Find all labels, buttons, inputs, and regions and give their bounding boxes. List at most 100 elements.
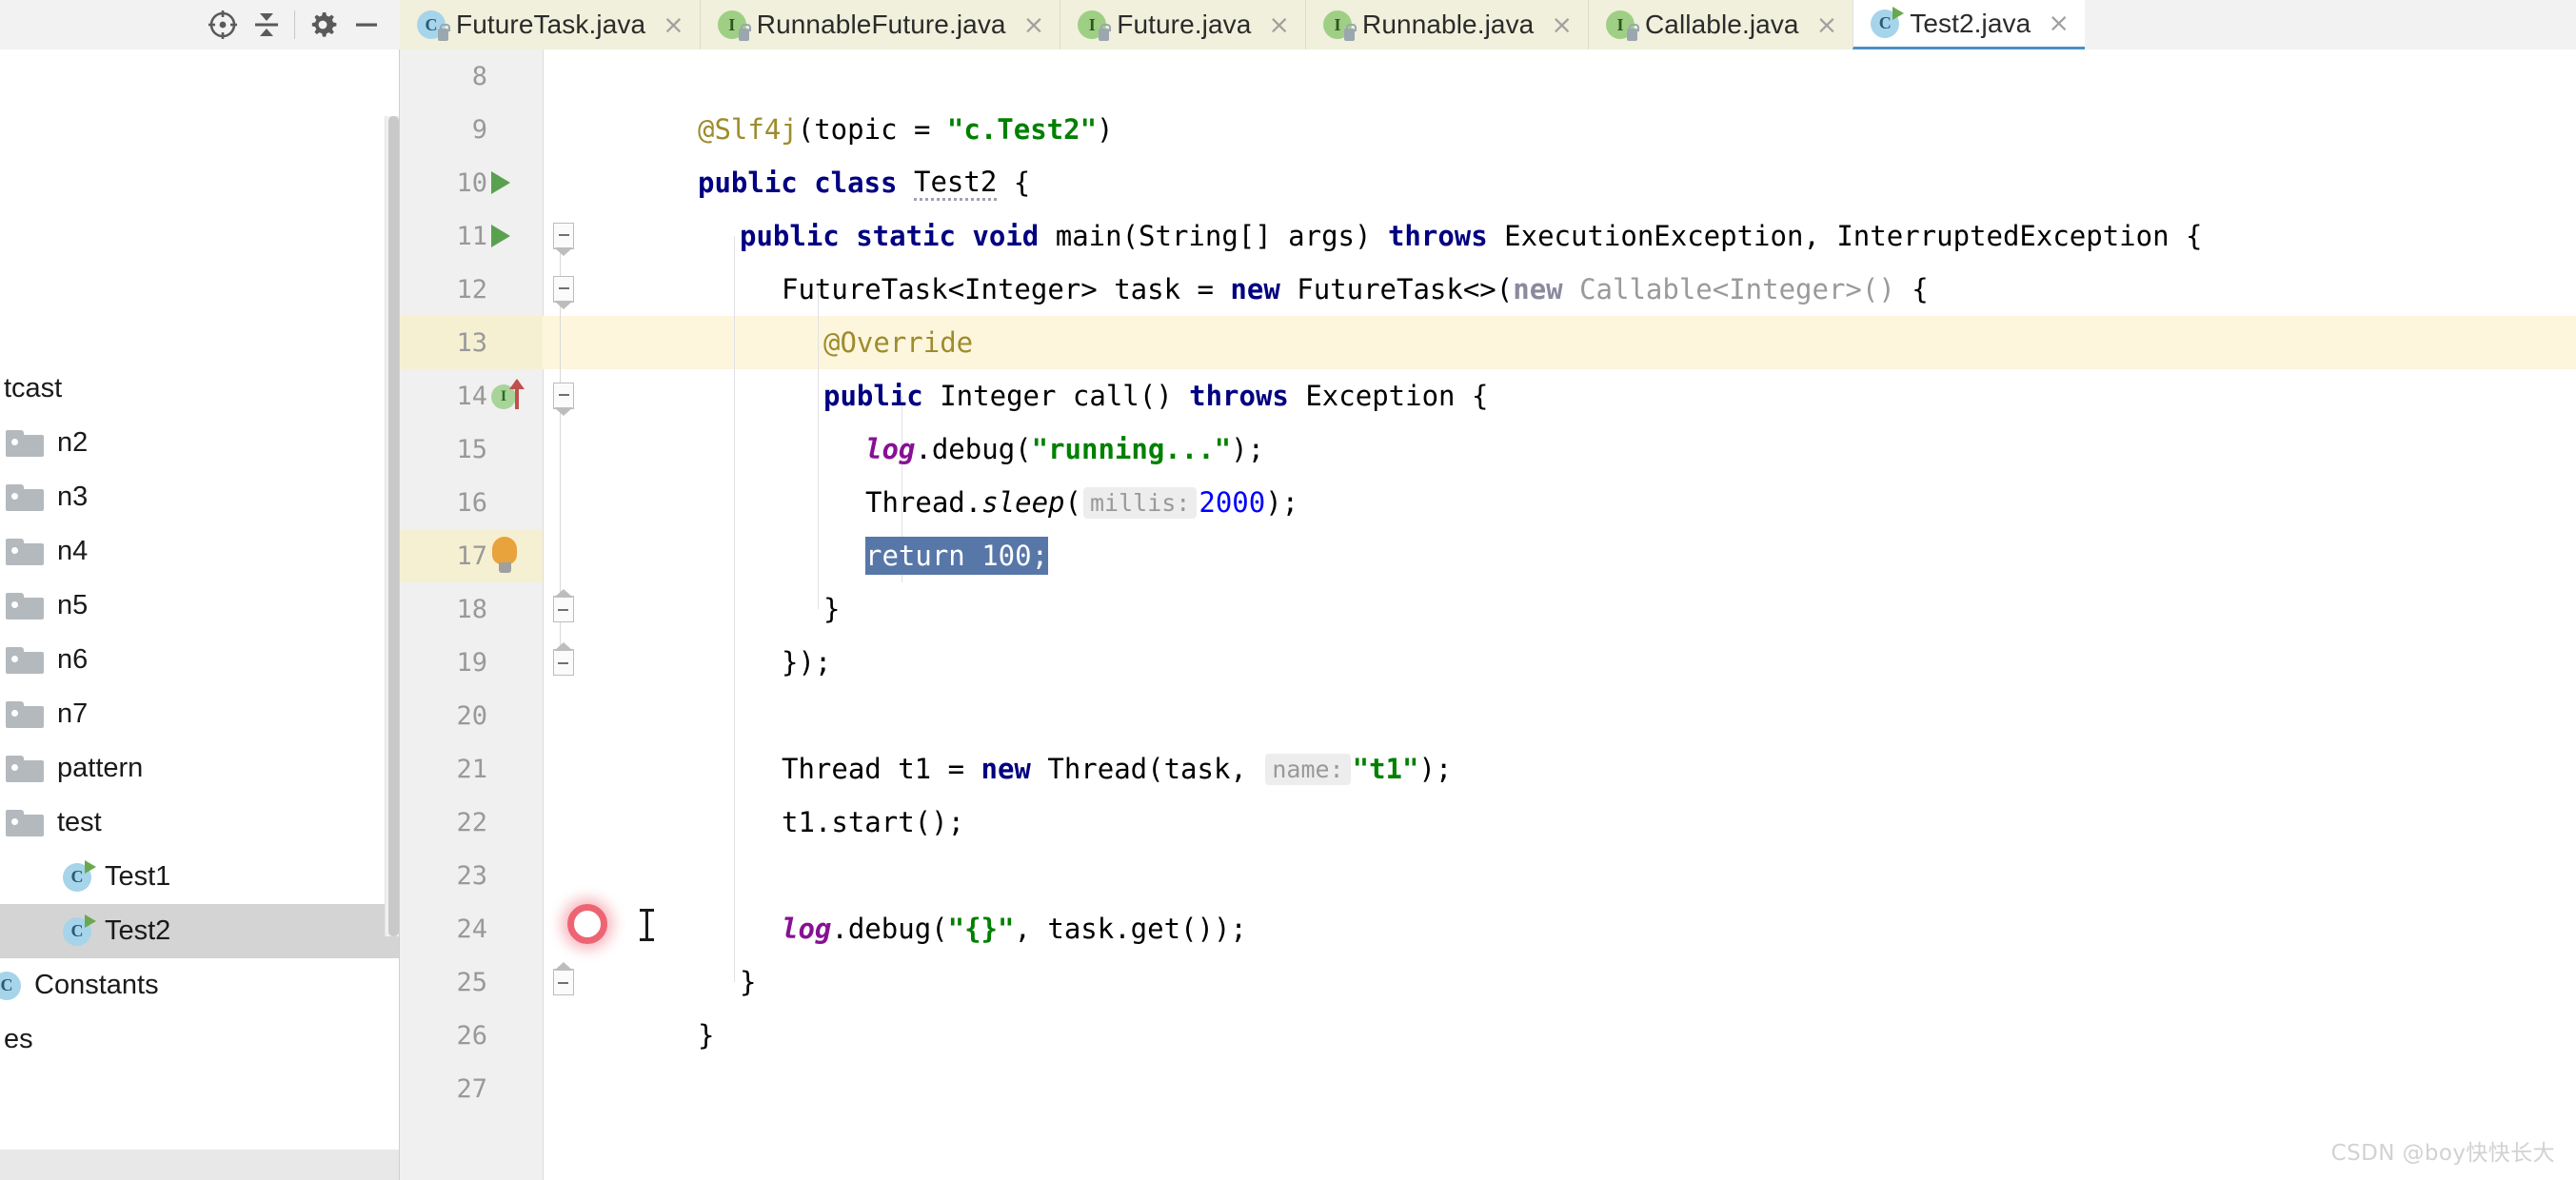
line-number: 20 [456, 700, 487, 731]
settings-gear-icon[interactable] [301, 3, 345, 47]
folder-icon [6, 809, 44, 836]
close-icon[interactable]: × [1551, 12, 1573, 38]
code-line-18[interactable]: } [823, 582, 840, 636]
gutter-line-22: 22 [400, 796, 543, 849]
indent-guide [818, 289, 819, 609]
run-class-marker[interactable] [491, 156, 543, 209]
tab-future[interactable]: I Future.java × [1060, 0, 1306, 49]
run-method-marker[interactable] [491, 209, 543, 263]
lightbulb-icon[interactable] [489, 537, 522, 575]
tree-item-n6[interactable]: n6 [0, 633, 400, 687]
code-line-9[interactable]: @Slf4j (topic = "c.Test2") [698, 103, 1114, 156]
gutter-line-19: 19 [400, 636, 543, 689]
code-line-11[interactable]: public static void main(String[] args) t… [740, 209, 2202, 263]
fold-collapse-icon[interactable] [553, 223, 574, 256]
tree-item-tcast[interactable]: tcast [0, 362, 400, 416]
code-line-25[interactable]: } [740, 955, 756, 1009]
close-icon[interactable]: × [663, 12, 684, 38]
tree-item-label: Test1 [105, 861, 171, 892]
line-number: 23 [456, 860, 487, 891]
code-line-12[interactable]: FutureTask<Integer> task = new FutureTas… [782, 263, 1929, 316]
code-line-19[interactable]: }); [782, 636, 831, 689]
locate-target-icon[interactable] [201, 3, 245, 47]
fold-marker-line-12[interactable] [550, 263, 577, 316]
code-content[interactable]: @Slf4j (topic = "c.Test2") public class T… [582, 49, 2576, 1180]
hide-panel-icon[interactable] [345, 3, 388, 47]
tree-item-test[interactable]: test [0, 796, 400, 850]
code-line-10[interactable]: public class Test2 { [698, 156, 1030, 209]
interface-icon: I [717, 10, 751, 41]
tree-item-n5[interactable]: n5 [0, 579, 400, 633]
fold-marker-line-25[interactable] [550, 955, 577, 1009]
tree-item-test2[interactable]: C Test2 [0, 904, 400, 958]
close-icon[interactable]: × [1268, 12, 1290, 38]
runnable-class-icon: C [1871, 6, 1905, 38]
tree-item-n7[interactable]: n7 [0, 687, 400, 741]
tab-runnable[interactable]: I Runnable.java × [1305, 0, 1588, 49]
interface-icon: I [1605, 10, 1639, 41]
tree-item-pattern[interactable]: pattern [0, 741, 400, 796]
code-line-21[interactable]: Thread t1 = new Thread(task, name: "t1"); [782, 742, 1452, 796]
line-number: 25 [456, 967, 487, 997]
code-line-26[interactable]: } [698, 1009, 714, 1062]
code-line-14[interactable]: public Integer call() throws Exception { [823, 369, 1488, 423]
close-icon[interactable]: × [1816, 12, 1838, 38]
static-field-log: log [865, 433, 916, 465]
collapse-all-icon[interactable] [245, 3, 288, 47]
code-line-17[interactable]: return 100; [865, 529, 1049, 582]
tab-test2[interactable]: C Test2.java × [1853, 0, 2085, 49]
code-line-13[interactable]: @Override [823, 316, 973, 369]
intention-bulb-marker[interactable] [482, 529, 533, 582]
fold-collapse-icon[interactable] [553, 276, 574, 309]
tree-item-n4[interactable]: n4 [0, 524, 400, 579]
fold-marker-line-19[interactable] [550, 636, 577, 689]
code-line-15[interactable]: log .debug("running..."); [865, 423, 1264, 476]
tree-item-n2[interactable]: n2 [0, 416, 400, 470]
code-line-24[interactable]: log .debug("{}", task.get()); [782, 902, 1247, 955]
sidebar-scrollbar-thumb[interactable] [388, 116, 399, 936]
fold-expand-icon[interactable] [553, 969, 574, 995]
line-number: 12 [456, 274, 487, 305]
editor-tab-bar: C FutureTask.java × I RunnableFuture.jav… [400, 0, 2576, 49]
tree-item-test1[interactable]: C Test1 [0, 850, 400, 904]
tree-item-label: pattern [57, 753, 144, 783]
fold-expand-icon[interactable] [553, 596, 574, 622]
ide-window: C FutureTask.java × I RunnableFuture.jav… [0, 0, 2576, 1180]
interface-icon: I [1323, 10, 1357, 41]
tab-futuretask[interactable]: C FutureTask.java × [400, 0, 700, 49]
fold-expand-icon[interactable] [553, 649, 574, 676]
folder-icon [6, 592, 44, 620]
tree-item-label: es [4, 1024, 33, 1054]
line-number: 26 [456, 1020, 487, 1051]
fold-marker-line-14[interactable] [550, 369, 577, 423]
fold-marker-line-18[interactable] [550, 582, 577, 636]
line-number: 24 [456, 914, 487, 944]
implements-method-marker[interactable]: I [491, 369, 543, 423]
tab-callable[interactable]: I Callable.java × [1587, 0, 1853, 49]
code-editor[interactable]: 8 9 10 11 12 13 14 15 16 17 18 19 20 21 … [400, 49, 2576, 1180]
code-line-16[interactable]: Thread. sleep(millis: 2000); [865, 476, 1298, 529]
gutter-line-21: 21 [400, 742, 543, 796]
implementing-method-icon[interactable]: I [491, 379, 539, 411]
fold-collapse-icon[interactable] [553, 383, 574, 416]
run-arrow-icon[interactable] [491, 171, 510, 194]
sidebar-scrollbar[interactable] [385, 116, 400, 936]
fold-marker-line-11[interactable] [550, 209, 577, 263]
close-icon[interactable]: × [2048, 10, 2070, 36]
selected-text[interactable]: return 100; [865, 537, 1049, 575]
line-number: 21 [456, 754, 487, 784]
close-icon[interactable]: × [1023, 12, 1045, 38]
runnable-class-icon: C [63, 914, 96, 946]
tree-item-n3[interactable]: n3 [0, 470, 400, 524]
class-name-test2: Test2 [913, 166, 998, 201]
line-number: 18 [456, 594, 487, 624]
tree-item-es[interactable]: es [0, 1013, 400, 1067]
folder-icon [6, 646, 44, 674]
tab-runnablefuture[interactable]: I RunnableFuture.java × [699, 0, 1060, 49]
tree-item-label: n5 [57, 590, 89, 620]
line-number: 15 [456, 434, 487, 464]
code-line-22[interactable]: t1.start(); [782, 796, 964, 849]
run-arrow-icon[interactable] [491, 225, 510, 247]
tree-item-constants[interactable]: C Constants [0, 958, 400, 1013]
tab-bar-empty-space [2084, 0, 2576, 49]
